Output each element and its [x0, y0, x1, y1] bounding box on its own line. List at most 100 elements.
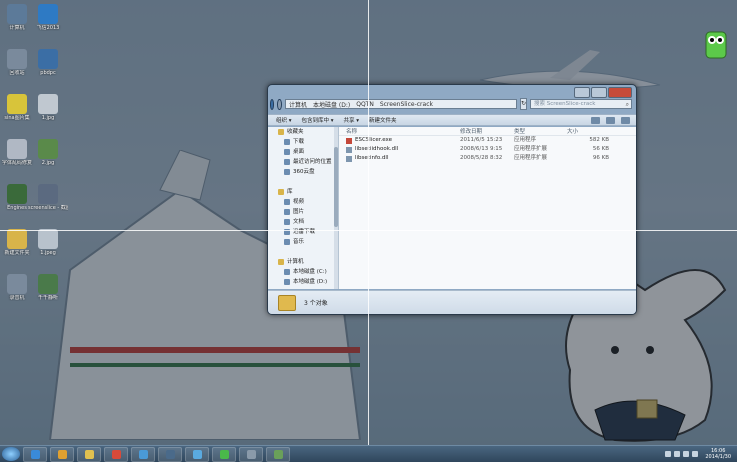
nav-item[interactable]	[268, 247, 338, 257]
search-icon[interactable]: ⌕	[626, 100, 629, 109]
fetion-icon	[138, 449, 148, 459]
desktop-icon[interactable]: 千千静听	[28, 274, 68, 301]
file-size: 96 KB	[592, 155, 609, 161]
column-type[interactable]: 类型	[514, 127, 567, 135]
view-options-icon[interactable]	[591, 116, 600, 124]
navigation-pane: 收藏夹下载桌面最近访问的位置 360云盘库视频图片 文档 迅雷下载 音乐计算机本地磁盘 …	[268, 127, 339, 289]
file-row[interactable]: libsetiidhook.dll 2008/6/13 9:15 应用程序扩展 56 …	[339, 145, 636, 154]
start-button[interactable]	[2, 447, 20, 461]
file-row[interactable]: ESCSlicer.exe 2011/6/5 15:23 应用程序 582 KB	[339, 136, 636, 145]
address-bar[interactable]: 计算机 本地磁盘 (D:) QQTN ScreenSlice-crack	[284, 99, 517, 109]
nav-group[interactable]: 收藏夹	[268, 127, 338, 137]
clock-date: 2014/1/30	[705, 454, 731, 460]
breadcrumb-drive-d[interactable]: 本地磁盘 (D:)	[313, 100, 350, 109]
nav-label: 本地磁盘 (D:)	[293, 279, 328, 285]
desktop-icon[interactable]: 1.jpeg	[28, 229, 68, 256]
column-date[interactable]: 修改日期	[460, 127, 514, 135]
nav-group[interactable]: 计算机	[268, 257, 338, 267]
taskbar-app-button[interactable]	[185, 446, 209, 462]
breadcrumb-screenslice[interactable]: ScreenSlice-crack	[380, 101, 433, 108]
tray-volume-icon[interactable]	[674, 451, 681, 457]
new-folder-button[interactable]: 新建文件夹	[369, 116, 397, 124]
clock[interactable]: 16:06 2014/1/30	[705, 448, 731, 460]
nav-item[interactable]: 文档	[268, 217, 338, 227]
share-button[interactable]: 共享 ▾	[344, 116, 360, 124]
file-date: 2008/6/13 9:15	[460, 146, 503, 152]
tray-network-icon[interactable]	[665, 451, 672, 457]
desktop-item-icon	[38, 184, 58, 204]
nav-label: 视频	[293, 199, 305, 205]
desktop-icon[interactable]: screenslice - 截图	[28, 184, 68, 211]
taskbar-app-button[interactable]	[239, 446, 263, 462]
command-toolbar: 组织 ▾ 包含到库中 ▾ 共享 ▾ 新建文件夹	[268, 114, 636, 126]
green-robot-icon[interactable]	[704, 28, 728, 62]
desktop-icon-label: pbdpc	[40, 70, 56, 76]
column-name[interactable]: 名称	[346, 127, 460, 135]
taskbar-app-button[interactable]	[266, 446, 290, 462]
nav-label: 桌面	[293, 149, 305, 155]
taskbar-app-button[interactable]	[77, 446, 101, 462]
nav-item[interactable]: 图片	[268, 207, 338, 217]
back-button[interactable]	[270, 98, 275, 110]
minimize-button[interactable]	[574, 87, 590, 98]
desktop-item-icon	[7, 229, 27, 249]
navigation-scrollbar[interactable]	[334, 127, 338, 289]
qq-icon	[192, 449, 202, 459]
include-in-library-button[interactable]: 包含到库中 ▾	[302, 116, 334, 124]
nav-label: 库	[287, 189, 293, 195]
taskbar-app-button[interactable]	[158, 446, 182, 462]
crosshair-horizontal	[0, 230, 737, 231]
forward-button[interactable]	[277, 98, 282, 110]
desktop-icon[interactable]: 1.jpg	[28, 94, 68, 121]
help-icon[interactable]	[621, 116, 630, 124]
scrollbar-thumb[interactable]	[334, 147, 338, 227]
taskbar-app-button[interactable]	[50, 446, 74, 462]
desktop-icon[interactable]: 飞信2013	[28, 4, 68, 31]
preview-pane-icon[interactable]	[606, 116, 615, 124]
nav-label: 计算机	[287, 259, 304, 265]
taskbar-app-button[interactable]	[23, 446, 47, 462]
desktop-icon[interactable]: 2.jpg	[28, 139, 68, 166]
nav-item[interactable]: 桌面	[268, 147, 338, 157]
desktop-item-icon	[38, 139, 58, 159]
nav-item-icon	[284, 239, 290, 245]
nav-item[interactable]: 迅雷下载	[268, 227, 338, 237]
nav-item[interactable]: 下载	[268, 137, 338, 147]
column-size[interactable]: 大小	[567, 127, 578, 135]
nav-label: 收藏夹	[287, 129, 304, 135]
organize-button[interactable]: 组织 ▾	[276, 116, 292, 124]
breadcrumb-qqtn[interactable]: QQTN	[356, 101, 374, 108]
tray-security-icon[interactable]	[692, 451, 699, 457]
file-name-cell: libsetinfo.dll	[346, 154, 460, 163]
nav-item[interactable]: 视频	[268, 197, 338, 207]
explorer-window[interactable]: 计算机 本地磁盘 (D:) QQTN ScreenSlice-crack ↻ 搜…	[267, 84, 637, 315]
tool-icon	[246, 449, 256, 459]
breadcrumb-computer[interactable]: 计算机	[289, 100, 307, 109]
nav-item-icon	[284, 139, 290, 145]
taskbar-app-button[interactable]	[212, 446, 236, 462]
file-name: ESCSlicer.exe	[355, 137, 393, 143]
taskbar-app-button[interactable]	[104, 446, 128, 462]
nav-group-icon	[278, 129, 284, 135]
file-type: 应用程序	[514, 137, 537, 143]
taskbar-app-button[interactable]	[131, 446, 155, 462]
refresh-button[interactable]: ↻	[519, 98, 527, 110]
file-name-cell: libsetiidhook.dll	[346, 145, 460, 154]
close-button[interactable]	[608, 87, 632, 98]
tray-input-icon[interactable]	[683, 451, 690, 457]
nav-item[interactable]: 本地磁盘 (C:)	[268, 267, 338, 277]
maximize-button[interactable]	[591, 87, 607, 98]
nav-item[interactable]: 最近访问的位置	[268, 157, 338, 167]
search-input[interactable]: 搜索 ScreenSlice-crack ⌕	[530, 99, 632, 109]
nav-item[interactable]: 本地磁盘 (D:)	[268, 277, 338, 287]
file-date: 2011/6/5 15:23	[460, 137, 503, 143]
file-date: 2008/5/28 8:32	[460, 155, 503, 161]
desktop-icon[interactable]: pbdpc	[28, 49, 68, 76]
nav-item[interactable]: 音乐	[268, 237, 338, 247]
nav-group[interactable]: 库	[268, 187, 338, 197]
exe-file-icon	[346, 137, 352, 144]
nav-item[interactable]: 360云盘	[268, 167, 338, 177]
nav-item-icon	[284, 219, 290, 225]
file-row[interactable]: libsetinfo.dll 2008/5/28 8:32 应用程序扩展 96 KB	[339, 154, 636, 163]
nav-item[interactable]	[268, 177, 338, 187]
